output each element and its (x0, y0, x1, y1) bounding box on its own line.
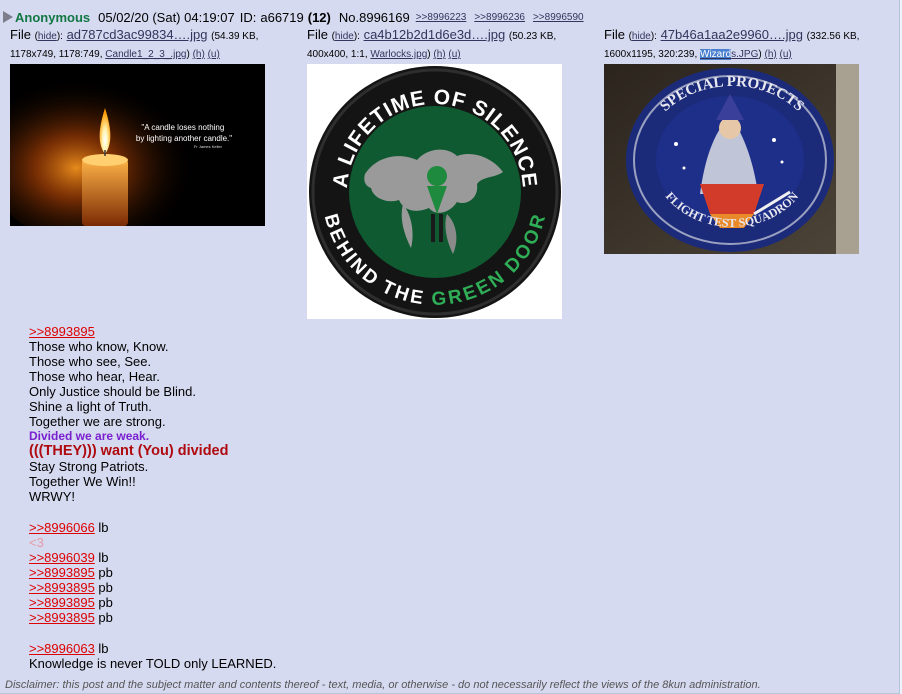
file-block-1: File (hide): ad787cd3ac99834….jpg (54.39… (10, 27, 300, 63)
poster-id-label: ID: (239, 9, 257, 25)
ref-row: >>8996063 lb (29, 641, 109, 656)
ref-row: >>8996066 lb (29, 520, 109, 535)
file-info-3: File (hide): 47b46a1aa2e9960….jpg (332.5… (604, 27, 860, 60)
ref-row: >>8996039 lb (29, 550, 109, 565)
candle-quote-author: Fr James Keller (194, 144, 223, 149)
body-line: Those who hear, Hear. (29, 369, 160, 384)
final-line: Knowledge is never TOLD only LEARNED. (29, 656, 277, 671)
body-line: Those who know, Know. (29, 339, 169, 354)
reply-ref-link[interactable]: >>8993895 (29, 324, 95, 339)
hide-file-link[interactable]: hide (38, 31, 57, 42)
file-label: File (604, 27, 625, 42)
body-line: Only Justice should be Blind. (29, 384, 196, 399)
body-line: Shine a light of Truth. (29, 399, 152, 414)
file-info-2: File (hide): ca4b12b2d1d6e3d….jpg (50.23… (307, 27, 557, 60)
body-line: WRWY! (29, 489, 75, 504)
post-header: Anonymous 05/02/20 (Sat) 04:19:07 ID: a6… (3, 8, 592, 26)
ref-row: >>8993895 pb (29, 595, 113, 610)
candle-image: "A candle loses nothing by lighting anot… (10, 64, 265, 226)
purple-text-line: Divided we are weak. (29, 429, 150, 443)
file-size: 332.56 KB, (809, 31, 860, 42)
file-block-3: File (hide): 47b46a1aa2e9960….jpg (332.5… (604, 27, 894, 63)
candle-thumbnail[interactable]: "A candle loses nothing by lighting anot… (10, 64, 265, 226)
poster-name: Anonymous (15, 9, 91, 25)
file-dims: 1600x1195, 320:239, (604, 49, 698, 60)
file-dims: 1178x749, 1178:749, (10, 49, 103, 60)
file-info-1: File (hide): ad787cd3ac99834….jpg (54.39… (10, 27, 259, 60)
ref-row: >>8993895 pb (29, 565, 113, 580)
file-size: 54.39 KB, (214, 31, 259, 42)
heart-text: <3 (29, 535, 44, 550)
file-u-link[interactable]: (u) (448, 49, 460, 60)
file-u-link[interactable]: (u) (780, 49, 792, 60)
wizard-patch-image: SPECIAL PROJECTS FLIGHT TEST SQUADRON (604, 64, 859, 254)
body-line: Those who see, See. (29, 354, 152, 369)
reply-ref-link[interactable]: >>8993895 (29, 565, 95, 580)
ref-row: >>8993895 pb (29, 580, 113, 595)
file-label: File (10, 27, 31, 42)
original-filename-link[interactable]: Warlocks.jpg (370, 49, 427, 60)
backlink-3[interactable]: >>8996590 (533, 12, 584, 23)
post-container: Anonymous 05/02/20 (Sat) 04:19:07 ID: a6… (0, 0, 900, 694)
backlink-1[interactable]: >>8996223 (416, 12, 467, 23)
body-line: Together We Win!! (29, 474, 136, 489)
file-h-link[interactable]: (h) (433, 49, 445, 60)
file-label: File (307, 27, 328, 42)
reply-ref-link[interactable]: >>8996063 (29, 641, 95, 656)
silence-patch-thumbnail[interactable]: A LIFETIME OF SILENCE BEHIND THE GREEN D… (307, 64, 562, 319)
red-heading-line: (((THEY))) want (You) divided (29, 443, 229, 459)
wizard-patch-thumbnail[interactable]: SPECIAL PROJECTS FLIGHT TEST SQUADRON (604, 64, 859, 254)
reply-ref-link[interactable]: >>8993895 (29, 580, 95, 595)
reply-ref-link[interactable]: >>8993895 (29, 610, 95, 625)
post-body: >>8993895 Those who know, Know. Those wh… (29, 324, 869, 671)
disclaimer-text: Disclaimer: this post and the subject ma… (5, 679, 761, 691)
file-name-link[interactable]: 47b46a1aa2e9960….jpg (661, 27, 803, 42)
hide-file-link[interactable]: hide (335, 31, 354, 42)
file-h-link[interactable]: (h) (764, 49, 776, 60)
reply-ref-link[interactable]: >>8996066 (29, 520, 95, 535)
collapse-triangle-icon[interactable] (3, 11, 13, 23)
body-line: Stay Strong Patriots. (29, 459, 149, 474)
search-highlight: Wizard (700, 49, 732, 60)
post-date: 05/02/20 (Sat) 04:19:07 (98, 9, 235, 25)
post-number-link[interactable]: No.8996169 (339, 10, 410, 25)
backlink-2[interactable]: >>8996236 (474, 12, 525, 23)
file-name-link[interactable]: ad787cd3ac99834….jpg (67, 27, 208, 42)
poster-id-count: (12) (307, 9, 331, 25)
reply-ref-link[interactable]: >>8996039 (29, 550, 95, 565)
file-u-link[interactable]: (u) (208, 49, 220, 60)
hide-file-link[interactable]: hide (632, 31, 651, 42)
poster-id[interactable]: a66719 (260, 10, 303, 25)
file-dims: 400x400, 1:1, (307, 49, 368, 60)
file-h-link[interactable]: (h) (193, 49, 205, 60)
file-size: 50.23 KB, (512, 31, 557, 42)
file-name-link[interactable]: ca4b12b2d1d6e3d….jpg (364, 27, 506, 42)
body-line: Together we are strong. (29, 414, 166, 429)
file-block-2: File (hide): ca4b12b2d1d6e3d….jpg (50.23… (307, 27, 597, 63)
ref-row: >>8993895 pb (29, 610, 113, 625)
silence-patch-image: A LIFETIME OF SILENCE BEHIND THE GREEN D… (309, 66, 561, 318)
original-filename-link[interactable]: Candle1_2_3_.jpg (105, 49, 186, 60)
reply-ref-link[interactable]: >>8993895 (29, 595, 95, 610)
original-filename-link[interactable]: Wizards.JPG (700, 49, 758, 60)
